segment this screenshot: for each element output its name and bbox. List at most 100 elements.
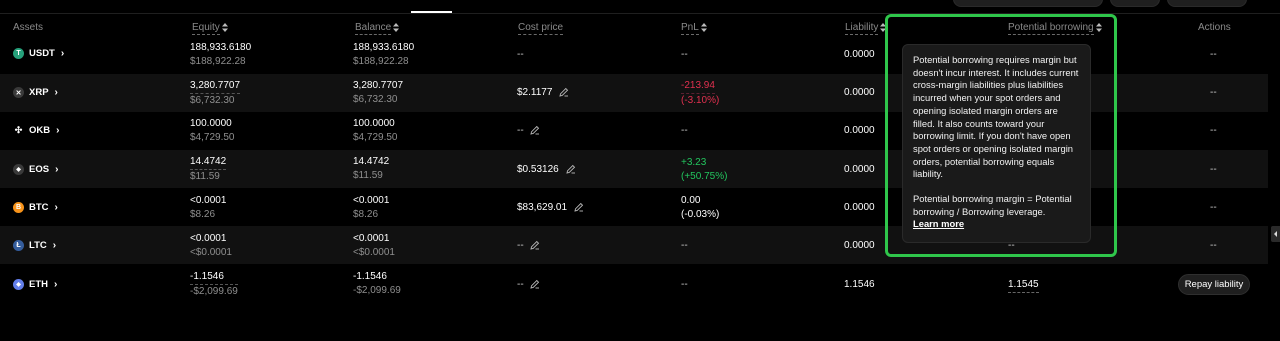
header-equity[interactable]: Equity [192,22,228,35]
edit-icon[interactable] [530,125,540,135]
balance-cell: 188,933.6180 $188,922.28 [353,41,414,69]
ethereum-icon: ◆ [13,279,24,290]
equity-usd: $4,729.50 [190,132,235,143]
chevron-right-icon: › [54,87,58,98]
action-placeholder: -- [1210,87,1217,98]
cost-price: -- [517,240,524,251]
cost-price-cell: $0.53126 [517,163,576,177]
action-placeholder: -- [1210,49,1217,60]
balance-value: 100.0000 [353,118,395,129]
header-liability[interactable]: Liability [845,22,887,35]
cost-price: $0.53126 [517,164,559,175]
pnl-value: -- [681,125,688,136]
table-row: ◆ ETH › -1.1546 -$2,099.69 -1.1546 -$2,0… [0,264,1268,302]
equity-cell: 3,280.7707 $6,732.30 [190,79,241,108]
top-control[interactable] [953,0,1103,7]
top-control[interactable] [1167,0,1247,7]
balance-value: <0.0001 [353,233,390,244]
repay-liability-button[interactable]: Repay liability [1178,274,1250,295]
top-bar [0,0,1280,14]
pnl-value: -213.94 [681,79,715,94]
balance-usd: -$2,099.69 [353,285,401,296]
chevron-right-icon: › [52,240,57,251]
learn-more-link[interactable]: Learn more [913,218,964,229]
top-control[interactable] [1110,0,1160,7]
balance-cell: 14.4742 $11.59 [353,155,389,183]
pnl-value: 0.00 [681,195,701,206]
cost-price-cell: -- [517,124,540,138]
asset-name: USDT [29,48,55,59]
chevron-right-icon: › [60,48,65,59]
action-placeholder: -- [1210,125,1217,136]
cost-price-cell: $83,629.01 [517,201,584,215]
asset-cell[interactable]: ✣ OKB › [13,125,59,136]
equity-cell: <0.0001 <$0.0001 [190,232,232,260]
potential-borrowing-value: 1.1545 [1008,278,1039,293]
tether-icon: T [13,48,24,59]
equity-value: 100.0000 [190,118,232,129]
header-cost-price: Cost price [518,22,564,35]
scroll-left-icon[interactable] [1271,226,1280,242]
cost-price-cell: $2.1177 [517,86,569,100]
equity-usd: -$2,099.69 [190,286,238,297]
balance-cell: <0.0001 $8.26 [353,194,389,222]
pnl-percent: (+50.75%) [681,171,728,182]
equity-usd: $188,922.28 [190,56,246,67]
asset-name: BTC [29,202,49,213]
cost-price-cell: -- [517,278,540,292]
potential-borrowing-tooltip: Potential borrowing requires margin but … [902,44,1091,243]
sort-icon[interactable] [393,22,400,32]
sort-icon[interactable] [700,22,707,32]
balance-value: -1.1546 [353,271,387,282]
header-balance[interactable]: Balance [355,22,400,35]
balance-usd: $188,922.28 [353,56,409,67]
chevron-right-icon: › [55,164,59,175]
equity-usd: <$0.0001 [190,247,232,258]
eos-icon: ◆ [13,164,24,175]
pnl-percent: (-3.10%) [681,95,720,106]
sort-icon[interactable] [221,22,228,32]
asset-cell[interactable]: ◆ EOS › [13,164,58,175]
asset-cell[interactable]: ✕ XRP › [13,87,58,98]
liability-value: 0.0000 [844,49,875,60]
cost-price: -- [517,125,524,136]
asset-name: EOS [29,164,50,175]
asset-name: ETH [29,279,48,290]
asset-name: XRP [29,87,49,98]
pnl-percent: (-0.03%) [681,209,720,220]
bitcoin-icon: B [13,202,24,213]
asset-cell[interactable]: Ł LTC › [13,240,56,251]
active-tab-indicator [411,11,452,13]
pnl-cell: +3.23 (+50.75%) [681,156,727,184]
balance-value: 14.4742 [353,156,390,167]
equity-usd: $8.26 [190,209,216,220]
edit-icon[interactable] [574,202,584,212]
liability-value: 0.0000 [844,202,875,213]
asset-cell[interactable]: B BTC › [13,202,58,213]
equity-value: <0.0001 [190,195,227,206]
pnl-value: -- [681,240,688,251]
okb-icon: ✣ [13,125,24,136]
asset-name: OKB [29,125,51,136]
edit-icon[interactable] [565,164,576,174]
tooltip-formula: Potential borrowing margin = Potential b… [913,193,1072,217]
asset-cell[interactable]: ◆ ETH › [13,279,57,290]
chevron-right-icon: › [54,202,58,213]
pnl-cell: -213.94 (-3.10%) [681,79,719,108]
asset-cell[interactable]: T USDT › [13,48,64,59]
edit-icon[interactable] [530,279,540,289]
cost-price-cell: -- [517,239,540,253]
pnl-value: -- [681,49,688,60]
edit-icon[interactable] [530,240,540,250]
balance-usd: $6,732.30 [353,94,398,105]
header-actions: Actions [1198,22,1231,33]
cost-price: -- [517,49,524,60]
balance-cell: <0.0001 <$0.0001 [353,232,395,260]
header-assets: Assets [13,22,44,33]
equity-cell: <0.0001 $8.26 [190,194,226,222]
balance-usd: $11.59 [353,170,383,181]
pnl-value: +3.23 [681,157,707,168]
header-pnl[interactable]: PnL [681,22,707,35]
edit-icon[interactable] [559,87,569,97]
balance-cell: 100.0000 $4,729.50 [353,117,398,145]
